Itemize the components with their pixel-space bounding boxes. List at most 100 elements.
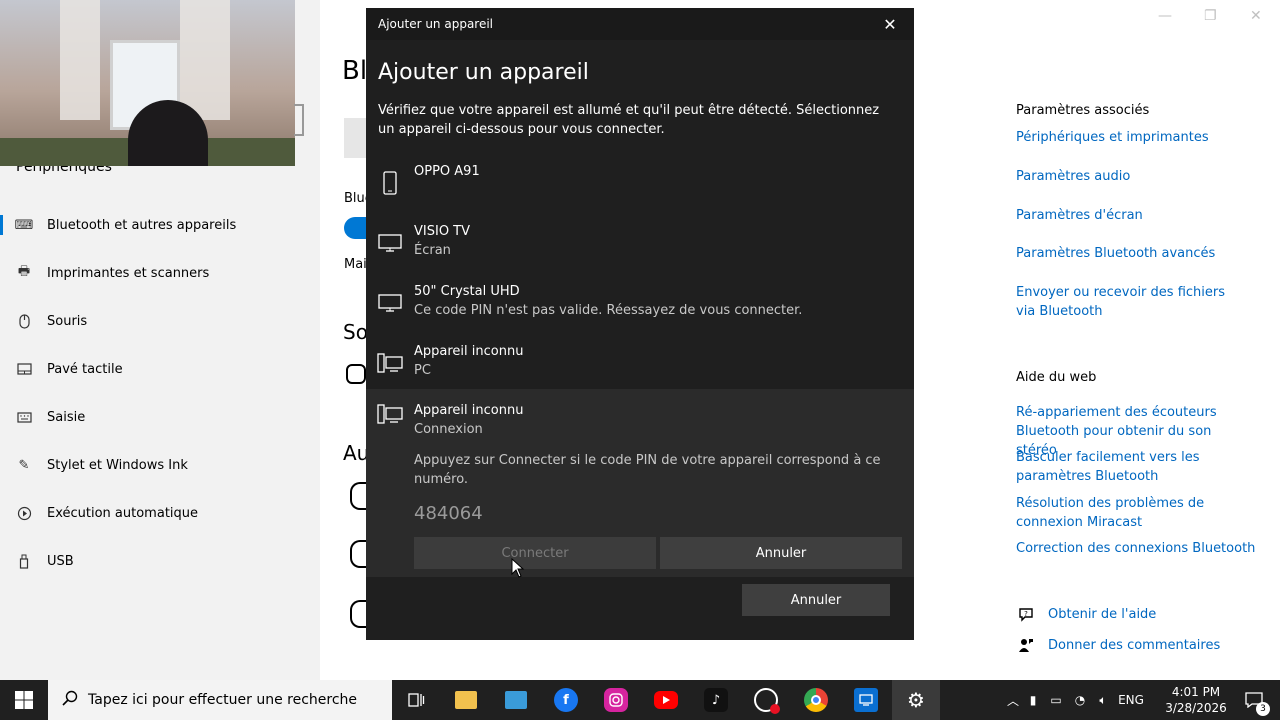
photos-icon xyxy=(505,691,527,709)
link-advanced-bluetooth[interactable]: Paramètres Bluetooth avancés xyxy=(1016,244,1266,263)
instagram-icon xyxy=(604,688,628,712)
device-status: Ce code PIN n'est pas valide. Réessayez … xyxy=(414,303,803,318)
sidebar-item-label: Imprimantes et scanners xyxy=(47,265,210,281)
device-item-crystal-uhd[interactable]: 50" Crystal UHD Ce code PIN n'est pas va… xyxy=(366,278,914,338)
sidebar-item-mouse[interactable]: Souris xyxy=(0,301,320,341)
volume-icon[interactable]: 🔈︎ xyxy=(1092,693,1114,708)
sidebar-item-usb[interactable]: USB xyxy=(0,541,320,581)
search-box-edge[interactable] xyxy=(294,104,304,136)
autoplay-icon xyxy=(16,505,32,521)
sidebar-item-typing[interactable]: Saisie xyxy=(0,397,320,437)
link-display-settings[interactable]: Paramètres d'écran xyxy=(1016,206,1266,225)
webcam-overlay xyxy=(0,0,295,166)
link-miracast-troubleshoot[interactable]: Résolution des problèmes de connexion Mi… xyxy=(1016,494,1216,532)
device-name: Appareil inconnu xyxy=(414,403,524,418)
cancel-pairing-button[interactable]: Annuler xyxy=(660,537,902,569)
task-view-button[interactable] xyxy=(392,680,440,720)
add-device-dialog: Ajouter un appareil ✕ Ajouter un apparei… xyxy=(366,8,914,640)
feedback-link[interactable]: Donner des commentaires xyxy=(1016,636,1220,654)
facebook-button[interactable]: f xyxy=(542,680,590,720)
sidebar-item-label: Souris xyxy=(47,313,88,329)
instagram-button[interactable] xyxy=(592,680,640,720)
bluetooth-devices-icon: ⌨ xyxy=(14,217,34,233)
battery-icon[interactable]: ▭ xyxy=(1044,693,1068,707)
status-partial: Mai xyxy=(344,257,367,272)
sidebar-item-label: Saisie xyxy=(47,409,86,425)
sidebar-item-label: Stylet et Windows Ink xyxy=(47,457,188,473)
add-device-button-partial[interactable] xyxy=(344,118,366,158)
network-icon[interactable]: ◔ xyxy=(1068,693,1092,707)
taskbar-search[interactable]: Tapez ici pour effectuer une recherche xyxy=(48,680,392,720)
photos-button[interactable] xyxy=(492,680,540,720)
clock-date: 3/28/2026 xyxy=(1165,701,1227,715)
link-send-receive-files[interactable]: Envoyer ou recevoir des fichiers via Blu… xyxy=(1016,283,1246,321)
facebook-icon: f xyxy=(554,688,578,712)
sidebar-item-touchpad[interactable]: Pavé tactile xyxy=(0,349,320,389)
taskbar: Tapez ici pour effectuer une recherche f… xyxy=(0,680,1280,720)
device-name: Appareil inconnu xyxy=(414,344,524,359)
file-explorer-button[interactable] xyxy=(442,680,490,720)
curtain-right xyxy=(180,0,230,120)
bluetooth-toggle-partial[interactable] xyxy=(344,217,368,239)
youtube-button[interactable] xyxy=(642,680,690,720)
clock[interactable]: 4:01 PM 3/28/2026 xyxy=(1160,684,1232,716)
close-window-icon[interactable]: ✕ xyxy=(1250,8,1262,24)
touchpad-icon xyxy=(16,361,32,377)
related-settings-heading: Paramètres associés xyxy=(1016,103,1150,118)
link-switch-bluetooth[interactable]: Basculer facilement vers les paramètres … xyxy=(1016,448,1216,486)
monitor-icon xyxy=(376,290,404,316)
usb-tray-icon[interactable]: ▮ xyxy=(1022,693,1044,707)
device-name: OPPO A91 xyxy=(414,164,480,179)
notification-center-button[interactable]: 3 xyxy=(1234,680,1274,720)
get-help-label: Obtenir de l'aide xyxy=(1048,606,1157,622)
cancel-button[interactable]: Annuler xyxy=(742,584,890,616)
section-heading-partial: So xyxy=(343,320,368,344)
device-item-oppo[interactable]: OPPO A91 xyxy=(366,158,914,218)
pin-instructions: Appuyez sur Connecter si le code PIN de … xyxy=(414,453,881,487)
link-fix-bluetooth[interactable]: Correction des connexions Bluetooth xyxy=(1016,539,1266,558)
minimize-icon[interactable]: — xyxy=(1158,8,1172,24)
sidebar-item-autoplay[interactable]: Exécution automatique xyxy=(0,493,320,533)
chrome-icon xyxy=(804,688,828,712)
device-status: Connexion xyxy=(414,422,483,437)
task-view-icon xyxy=(408,693,425,707)
dialog-description: Vérifiez que votre appareil est allumé e… xyxy=(378,103,880,137)
language-indicator[interactable]: ENG xyxy=(1114,693,1148,707)
tiktok-button[interactable]: ♪ xyxy=(692,680,740,720)
link-audio-settings[interactable]: Paramètres audio xyxy=(1016,167,1266,186)
screen-recorder-button[interactable] xyxy=(742,680,790,720)
restore-icon[interactable]: ❐ xyxy=(1204,8,1217,24)
search-icon xyxy=(62,690,82,710)
mouse-cursor-icon xyxy=(511,558,525,578)
windows-logo-icon xyxy=(15,691,33,709)
start-button[interactable] xyxy=(0,680,48,720)
system-tray: ︿ ▮ ▭ ◔ 🔈︎ ENG xyxy=(1004,680,1148,720)
keyboard-icon xyxy=(16,409,32,425)
sidebar-item-label: Exécution automatique xyxy=(47,505,199,521)
settings-taskbar-button[interactable]: ⚙ xyxy=(892,680,940,720)
mouse-icon xyxy=(16,313,32,329)
device-item-visio-tv[interactable]: VISIO TV Écran xyxy=(366,218,914,278)
chrome-button[interactable] xyxy=(792,680,840,720)
headset-icon xyxy=(350,482,366,510)
get-help-link[interactable]: ? Obtenir de l'aide xyxy=(1016,605,1156,623)
help-chat-icon: ? xyxy=(1016,605,1036,623)
dialog-window-title: Ajouter un appareil xyxy=(378,17,494,31)
gamepad-icon xyxy=(346,364,366,384)
dialog-close-icon[interactable]: ✕ xyxy=(874,12,906,36)
tray-overflow-icon[interactable]: ︿ xyxy=(1004,692,1022,709)
connect-button-taskbar[interactable] xyxy=(842,680,890,720)
feedback-label: Donner des commentaires xyxy=(1048,637,1221,653)
device-item-unknown-connecting[interactable]: Appareil inconnu Connexion Appuyez sur C… xyxy=(366,389,914,577)
sidebar-item-bluetooth[interactable]: ⌨ Bluetooth et autres appareils xyxy=(0,205,320,245)
clock-time: 4:01 PM xyxy=(1171,685,1221,699)
sidebar-item-printers[interactable]: 🖶 Imprimantes et scanners xyxy=(0,253,320,293)
pc-icon xyxy=(376,350,404,376)
sidebar-item-pen[interactable]: ✎ Stylet et Windows Ink xyxy=(0,445,320,485)
link-devices-printers[interactable]: Périphériques et imprimantes xyxy=(1016,128,1266,147)
headset-icon xyxy=(350,600,366,628)
curtain-left xyxy=(60,0,100,120)
feedback-person-icon xyxy=(1016,636,1036,654)
dialog-titlebar: Ajouter un appareil ✕ xyxy=(366,8,914,40)
connect-button[interactable]: Connecter xyxy=(414,537,656,569)
